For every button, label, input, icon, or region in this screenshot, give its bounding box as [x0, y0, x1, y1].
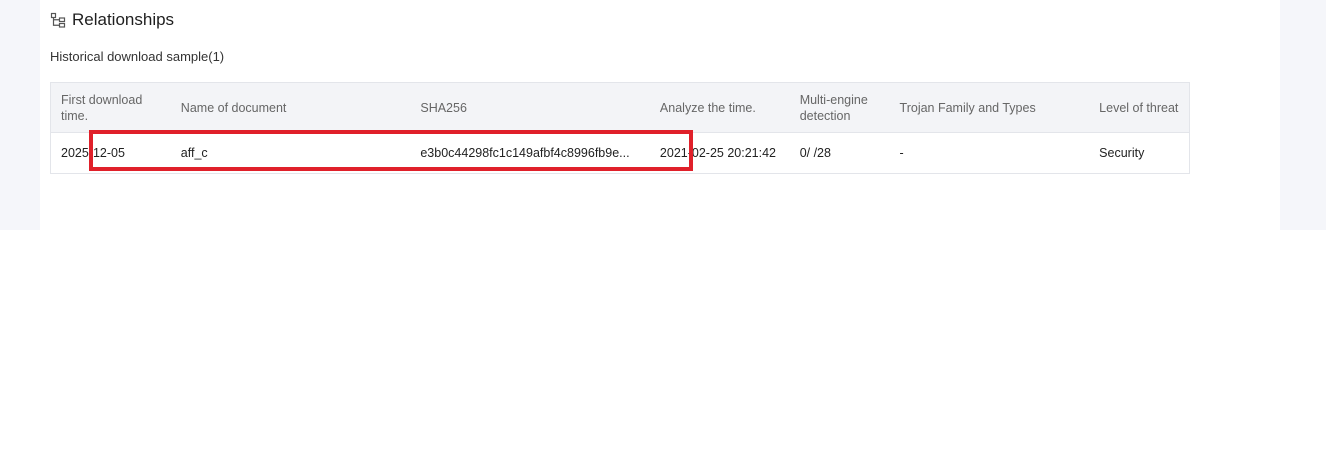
table-header: First download time. Name of document SH…	[51, 83, 1189, 133]
header-trojan-family: Trojan Family and Types	[899, 100, 1036, 115]
sha256-link[interactable]: e3b0c44298fc1c149afbf4c8996fb9e...	[420, 145, 629, 161]
trojan-family-cell: -	[899, 146, 904, 160]
threat-level-badge: Security	[1099, 146, 1145, 160]
header-sha256: SHA256	[420, 100, 467, 115]
header-name-of-document: Name of document	[180, 100, 287, 115]
hierarchy-icon	[50, 12, 66, 28]
analyze-time-cell: 2021-02-25 20:21:42	[659, 146, 776, 160]
header-level-of-threat: Level of threat	[1099, 100, 1179, 115]
section-title: Relationships	[50, 10, 174, 30]
section-title-text: Relationships	[72, 10, 175, 29]
header-multi-engine-detection: Multi-engine detection	[799, 92, 868, 123]
sha256-cell[interactable]: e3b0c44298fc1c149afbf4c8996fb9e...	[410, 133, 650, 173]
document-name-cell: aff_c	[180, 146, 208, 160]
table-row[interactable]: 2025-12-05 aff_c e3b0c44298fc1c149afbf4c…	[51, 133, 1189, 173]
header-analyze-time: Analyze the time.	[659, 100, 756, 115]
header-first-download-time: First download time.	[61, 92, 143, 123]
download-samples-table: First download time. Name of document SH…	[50, 82, 1190, 174]
detection-cell: 0/ /28	[799, 146, 831, 160]
first-download-cell: 2025-12-05	[61, 146, 125, 160]
historical-download-label: Historical download sample(1)	[50, 49, 225, 64]
